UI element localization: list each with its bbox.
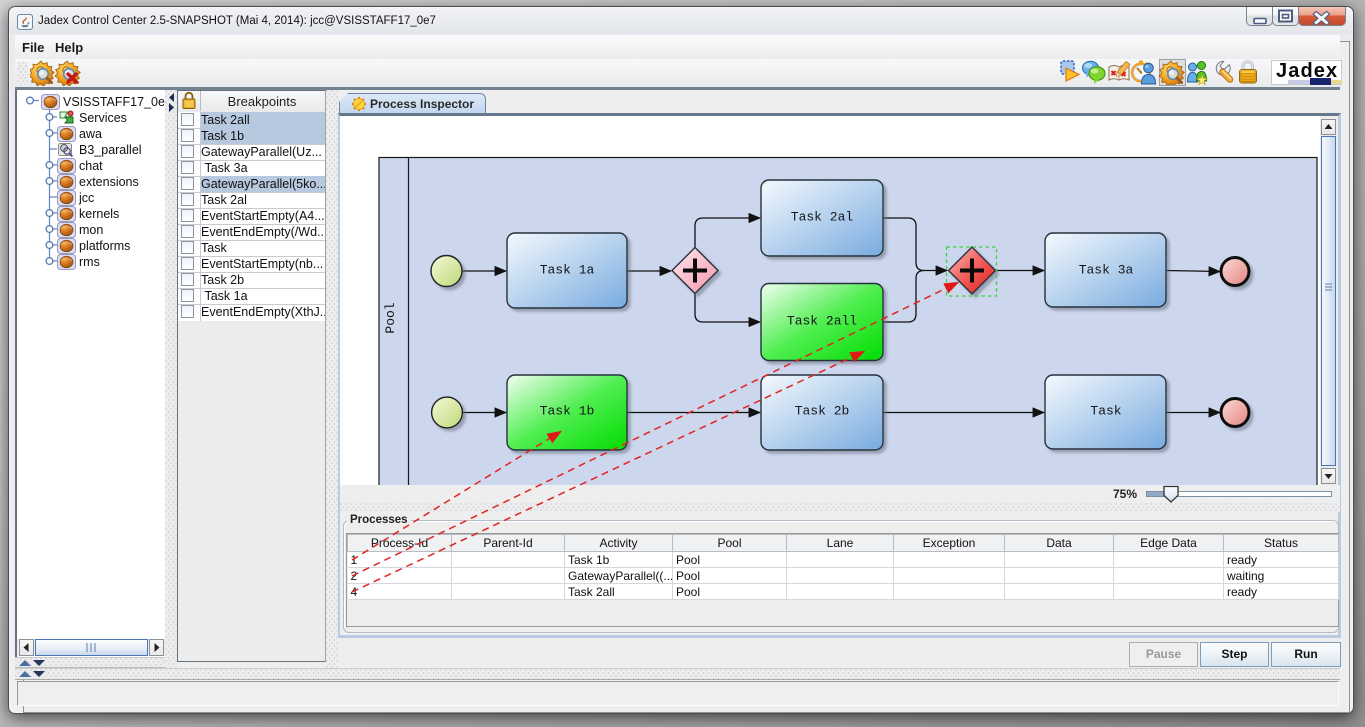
svg-text:Task 2all: Task 2all — [787, 314, 857, 329]
svg-text:Task 1b: Task 1b — [540, 404, 595, 419]
svg-text:Task 2b: Task 2b — [795, 404, 850, 419]
svg-text:Pool: Pool — [383, 302, 398, 333]
svg-text:Task 3a: Task 3a — [1079, 263, 1134, 278]
svg-text:Task 2al: Task 2al — [791, 210, 854, 225]
svg-text:Task: Task — [1090, 404, 1121, 419]
svg-text:Task 1a: Task 1a — [540, 263, 595, 278]
